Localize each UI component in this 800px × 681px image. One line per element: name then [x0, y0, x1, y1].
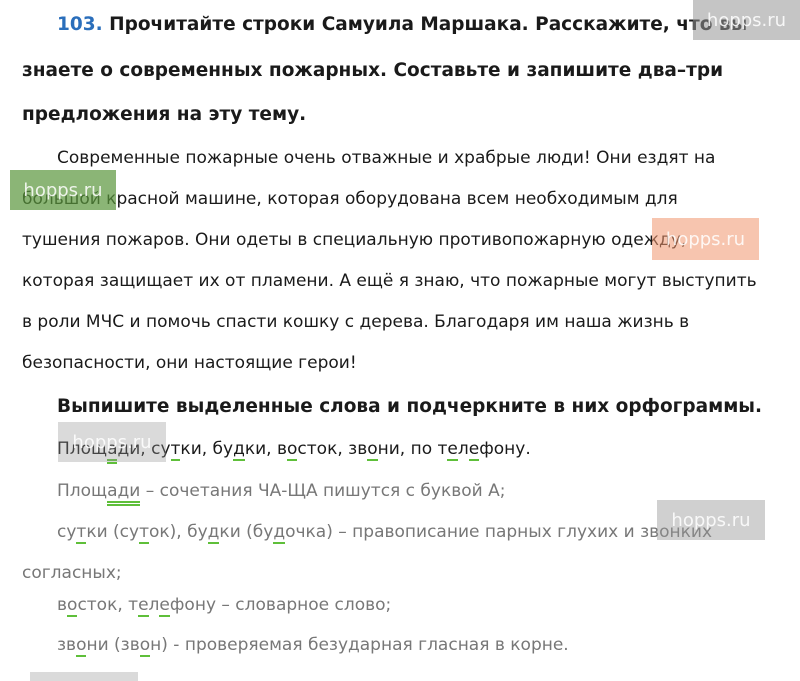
watermark-logo: hopps.ru — [10, 170, 116, 210]
exercise-number: 103. — [57, 14, 103, 35]
watermark-logo: hopps.ru — [657, 500, 765, 540]
orthogram-mark: т — [170, 439, 181, 461]
orthogram-mark: е — [468, 439, 480, 461]
orthogram-mark: о — [67, 595, 78, 617]
explanation-1: Площади – сочетания ЧА-ЩА пишутся с букв… — [57, 481, 505, 506]
watermark-logo: hopps.ru — [693, 0, 800, 40]
explanation-2: сутки (суток), будки (будочка) – правопи… — [57, 522, 713, 544]
watermark-logo-partial — [30, 672, 138, 681]
answer-line-4: которая защищает их от пламени. А ещё я … — [22, 271, 757, 291]
explanation-2-cont: согласных; — [22, 563, 122, 583]
watermark-logo: hopps.ru — [58, 422, 166, 462]
task-text-1: Прочитайте строки Самуила Маршака. Расск… — [109, 14, 748, 35]
task-heading-line-2: знаете о современных пожарных. Составьте… — [22, 60, 724, 81]
answer-line-1: Современные пожарные очень отважные и хр… — [57, 148, 716, 168]
task-heading-line-1: 103. Прочитайте строки Самуила Маршака. … — [57, 14, 747, 35]
orthogram-mark: о — [287, 439, 298, 461]
orthogram-mark: о — [139, 635, 151, 657]
answer-line-3: тушения пожаров. Они одеты в специальную… — [22, 230, 687, 250]
task-heading-line-3: предложения на эту тему. — [22, 104, 307, 125]
orthogram-mark: д — [273, 522, 286, 544]
answer-line-5: в роли МЧС и помочь спасти кошку с дерев… — [22, 312, 690, 332]
orthogram-mark: т — [76, 522, 87, 544]
subtask-heading: Выпишите выделенные слова и подчеркните … — [57, 396, 763, 417]
orthogram-mark: е — [138, 595, 149, 617]
orthogram-mark: ади — [107, 481, 141, 506]
orthogram-mark: е — [159, 595, 170, 617]
explanation-4: звони (звон) - проверяемая безударная гл… — [57, 635, 569, 657]
explanation-3: восток, телефону – словарное слово; — [57, 595, 392, 617]
orthogram-mark: о — [367, 439, 378, 461]
answer-line-6: безопасности, они настоящие герои! — [22, 353, 357, 373]
watermark-logo: hopps.ru — [652, 218, 759, 260]
orthogram-mark: д — [233, 439, 245, 461]
orthogram-mark: е — [447, 439, 458, 461]
orthogram-mark: д — [207, 522, 220, 544]
orthogram-mark: т — [139, 522, 149, 544]
answer-line-2: большой красной машине, которая оборудов… — [22, 189, 678, 209]
orthogram-mark: о — [76, 635, 87, 657]
